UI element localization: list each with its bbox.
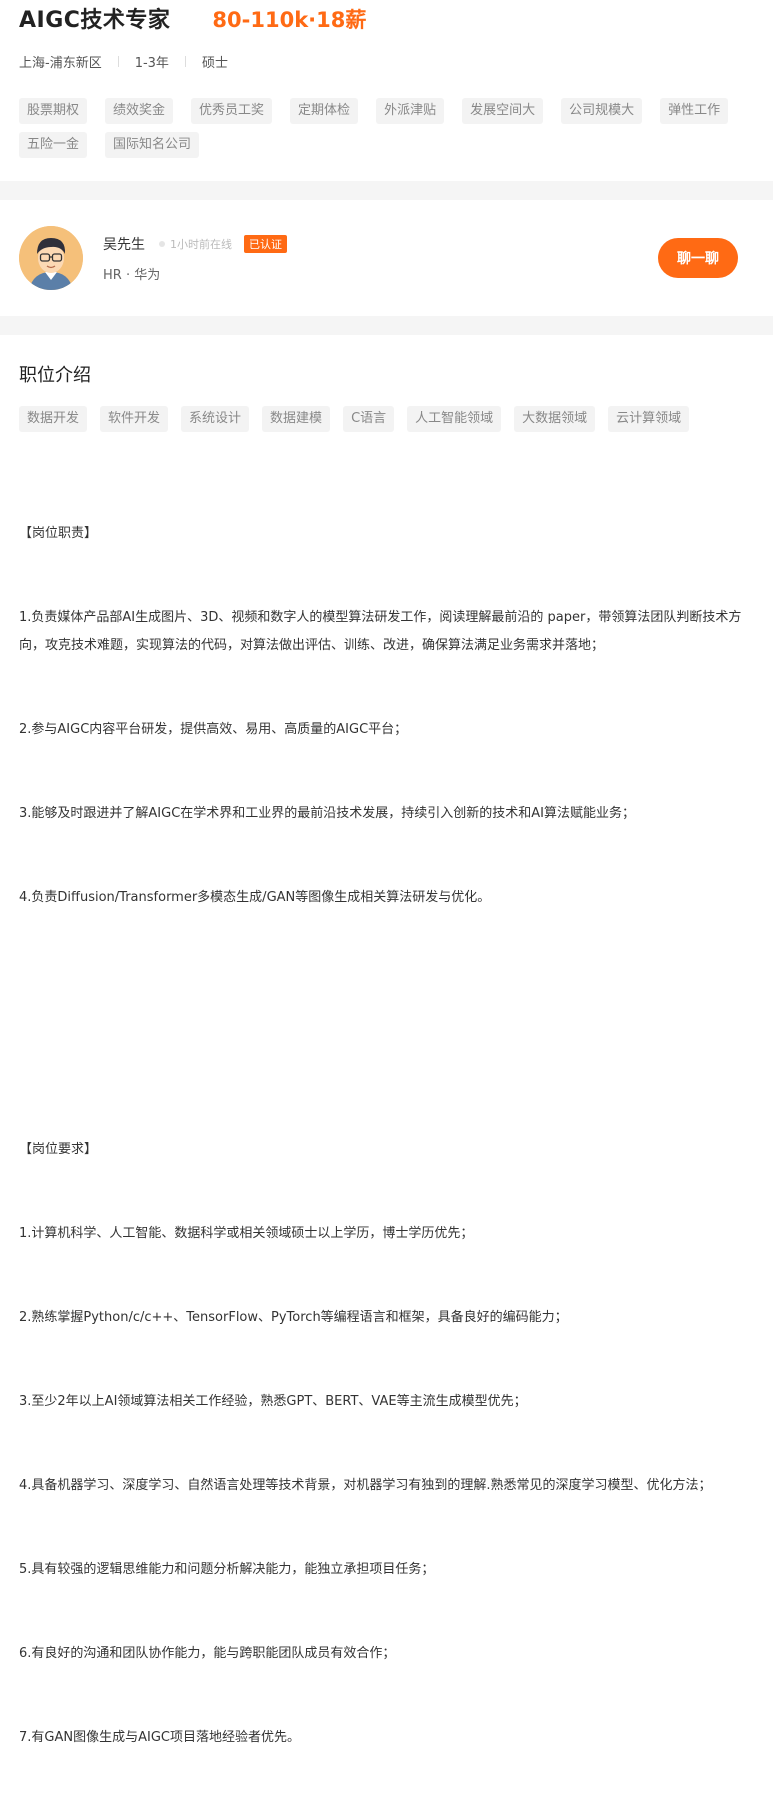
- job-header: AIGC技术专家 80-110k·18薪 上海-浦东新区 1-3年 硕士 股票期…: [0, 0, 773, 181]
- benefit-tag: 公司规模大: [561, 98, 643, 124]
- recruiter-card[interactable]: 吴先生 1小时前在线 已认证 HR · 华为 聊一聊: [0, 200, 773, 316]
- verified-badge: 已认证: [244, 234, 287, 253]
- status-dot-icon: [159, 240, 165, 247]
- blank-gap: [19, 968, 754, 1080]
- benefit-tag: 外派津贴: [376, 98, 445, 124]
- avatar-icon[interactable]: [19, 226, 83, 290]
- benefit-tag: 发展空间大: [462, 98, 544, 124]
- job-description-section: 职位介绍 数据开发 软件开发 系统设计 数据建模 C语言 人工智能领域 大数据领…: [0, 362, 773, 1808]
- meta-divider: [184, 55, 186, 67]
- benefit-tag: 股票期权: [19, 98, 88, 124]
- skill-tag: 人工智能领域: [407, 406, 502, 432]
- section-divider: [0, 316, 773, 335]
- benefit-tag: 弹性工作: [660, 98, 729, 124]
- benefit-tag: 国际知名公司: [105, 132, 200, 158]
- skill-tag: 云计算领域: [608, 406, 690, 432]
- requirement-item: 4.具备机器学习、深度学习、自然语言处理等技术背景，对机器学习有独到的理解.熟悉…: [19, 1478, 712, 1493]
- chat-button[interactable]: 聊一聊: [658, 238, 738, 278]
- skill-tag: 数据开发: [19, 406, 88, 432]
- requirement-item: 5.具有较强的逻辑思维能力和问题分析解决能力，能独立承担项目任务；: [19, 1562, 435, 1577]
- recruiter-info: 吴先生 1小时前在线 已认证 HR · 华为: [103, 234, 658, 283]
- salary: 80-110k·18薪: [212, 8, 367, 32]
- skill-tag: 系统设计: [181, 406, 250, 432]
- title-row: AIGC技术专家 80-110k·18薪: [19, 0, 754, 40]
- online-status: 1小时前在线: [159, 236, 232, 252]
- section-divider: [0, 181, 773, 200]
- requirement-item: 1.计算机科学、人工智能、数据科学或相关领域硕士以上学历，博士学历优先；: [19, 1226, 474, 1241]
- responsibility-item: 3.能够及时跟进并了解AIGC在学术界和工业界的最前沿技术发展，持续引入创新的技…: [19, 806, 636, 821]
- responsibilities-heading: 【岗位职责】: [19, 526, 98, 541]
- responsibility-item: 2.参与AIGC内容平台研发，提供高效、易用、高质量的AIGC平台；: [19, 722, 408, 737]
- benefit-tag: 绩效奖金: [105, 98, 174, 124]
- skill-tag: C语言: [343, 406, 395, 432]
- responsibility-item: 4.负责Diffusion/Transformer多模态生成/GAN等图像生成相…: [19, 890, 491, 905]
- recruiter-name-row: 吴先生 1小时前在线 已认证: [103, 234, 658, 254]
- benefit-tag: 五险一金: [19, 132, 88, 158]
- meta-divider: [117, 55, 119, 67]
- requirement-item: 6.有良好的沟通和团队协作能力，能与跨职能团队成员有效合作；: [19, 1646, 396, 1661]
- skill-tag: 大数据领域: [514, 406, 596, 432]
- requirement-item: 2.熟练掌握Python/c/c++、TensorFlow、PyTorch等编程…: [19, 1310, 568, 1325]
- location: 上海-浦东新区: [19, 55, 102, 71]
- requirements-heading: 【岗位要求】: [19, 1142, 98, 1157]
- skill-tags: 数据开发 软件开发 系统设计 数据建模 C语言 人工智能领域 大数据领域 云计算…: [19, 406, 754, 432]
- section-title: 职位介绍: [19, 365, 91, 386]
- experience: 1-3年: [134, 55, 169, 71]
- recruiter-role-company: HR · 华为: [103, 267, 161, 283]
- skill-tag: 软件开发: [100, 406, 169, 432]
- skill-tag: 数据建模: [262, 406, 331, 432]
- recruiter-name: 吴先生: [103, 236, 145, 253]
- requirement-item: 7.有GAN图像生成与AIGC项目落地经验者优先。: [19, 1730, 300, 1745]
- responsibility-item: 1.负责媒体产品部AI生成图片、3D、视频和数字人的模型算法研发工作，阅读理解最…: [19, 610, 742, 653]
- benefit-tags: 股票期权 绩效奖金 优秀员工奖 定期体检 外派津贴 发展空间大 公司规模大 弹性…: [19, 98, 754, 158]
- benefit-tag: 定期体检: [290, 98, 359, 124]
- benefit-tag: 优秀员工奖: [191, 98, 273, 124]
- requirement-item: 3.至少2年以上AI领域算法相关工作经验，熟悉GPT、BERT、VAE等主流生成…: [19, 1394, 527, 1409]
- job-meta: 上海-浦东新区 1-3年 硕士: [19, 40, 754, 82]
- job-title: AIGC技术专家: [19, 8, 171, 33]
- online-status-text: 1小时前在线: [170, 237, 232, 251]
- degree: 硕士: [201, 55, 228, 71]
- job-description: 【岗位职责】 1.负责媒体产品部AI生成图片、3D、视频和数字人的模型算法研发工…: [19, 464, 754, 1808]
